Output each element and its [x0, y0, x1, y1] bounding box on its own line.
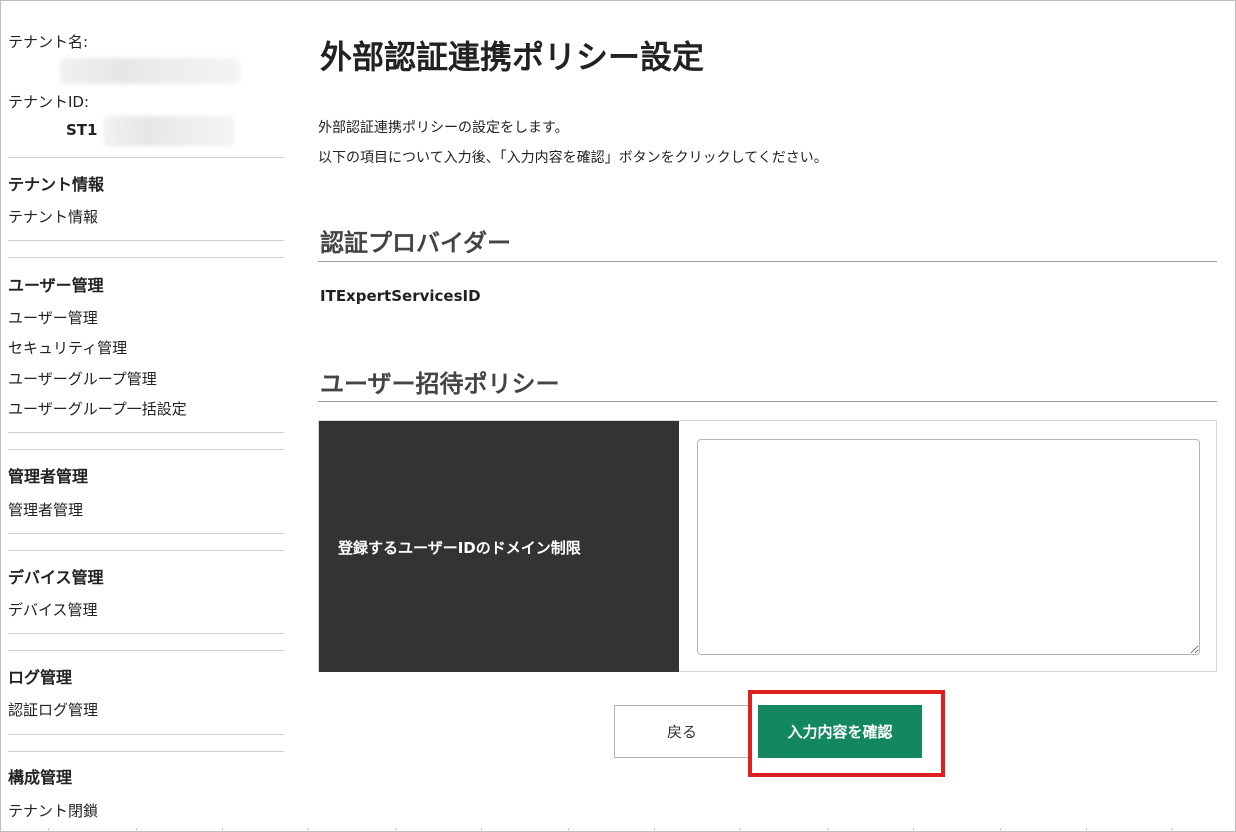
tenant-id-redacted [104, 116, 234, 146]
sidebar-divider [8, 432, 284, 433]
sidebar-divider [8, 533, 284, 534]
group-title-log-management: ログ管理 [8, 668, 73, 687]
sidebar-item-device-management[interactable]: デバイス管理 [8, 599, 98, 620]
group-title-admin-management: 管理者管理 [8, 467, 89, 486]
page-description-line-1: 外部認証連携ポリシーの設定をします。 [318, 120, 569, 136]
tenant-name-label: テナント名: [8, 33, 89, 51]
provider-value: ITExpertServicesID [320, 287, 481, 305]
section-rule [318, 261, 1217, 262]
bottom-edge-ticks [0, 828, 1236, 832]
provider-section-heading: 認証プロバイダー [320, 229, 512, 257]
group-title-tenant-info: テナント情報 [8, 175, 105, 194]
group-title-device-management: デバイス管理 [8, 568, 104, 587]
sidebar-divider [8, 734, 284, 735]
page-description-line-2: 以下の項目について入力後、「入力内容を確認」ボタンをクリックしてください。 [318, 150, 828, 166]
sidebar-divider [8, 240, 284, 241]
sidebar-divider [8, 550, 284, 551]
sidebar-item-tenant-info[interactable]: テナント情報 [8, 206, 98, 227]
confirm-input-button[interactable]: 入力内容を確認 [758, 705, 922, 758]
domain-restriction-label-cell: 登録するユーザーIDのドメイン制限 [319, 421, 679, 672]
sidebar-item-user-management[interactable]: ユーザー管理 [8, 307, 98, 328]
group-title-user-management: ユーザー管理 [8, 276, 104, 295]
back-button[interactable]: 戻る [614, 705, 750, 758]
sidebar-divider [8, 633, 284, 634]
tenant-id-label: テナントID: [8, 93, 90, 111]
sidebar-item-user-group-management[interactable]: ユーザーグループ管理 [8, 368, 157, 389]
sidebar-divider [8, 257, 284, 258]
sidebar-item-security-management[interactable]: セキュリティ管理 [8, 337, 127, 358]
section-rule [318, 401, 1217, 402]
tenant-name-redacted [60, 58, 240, 84]
sidebar-item-auth-log-management[interactable]: 認証ログ管理 [8, 699, 98, 720]
sidebar-item-tenant-closure[interactable]: テナント閉鎖 [8, 800, 98, 821]
sidebar-divider [8, 751, 284, 752]
sidebar-divider [8, 157, 284, 158]
domain-restriction-textarea[interactable] [697, 439, 1200, 655]
invite-policy-section-heading: ユーザー招待ポリシー [320, 370, 560, 398]
invite-policy-form: 登録するユーザーIDのドメイン制限 [318, 420, 1217, 672]
sidebar-divider [8, 449, 284, 450]
group-title-configuration-management: 構成管理 [8, 768, 73, 787]
domain-restriction-label: 登録するユーザーIDのドメイン制限 [338, 539, 581, 557]
tenant-id-prefix: ST1 [66, 121, 98, 139]
sidebar-item-admin-management[interactable]: 管理者管理 [8, 499, 83, 520]
sidebar-divider [8, 650, 284, 651]
sidebar-item-user-group-bulk-settings[interactable]: ユーザーグループ一括設定 [8, 398, 187, 419]
page-title: 外部認証連携ポリシー設定 [320, 38, 705, 76]
